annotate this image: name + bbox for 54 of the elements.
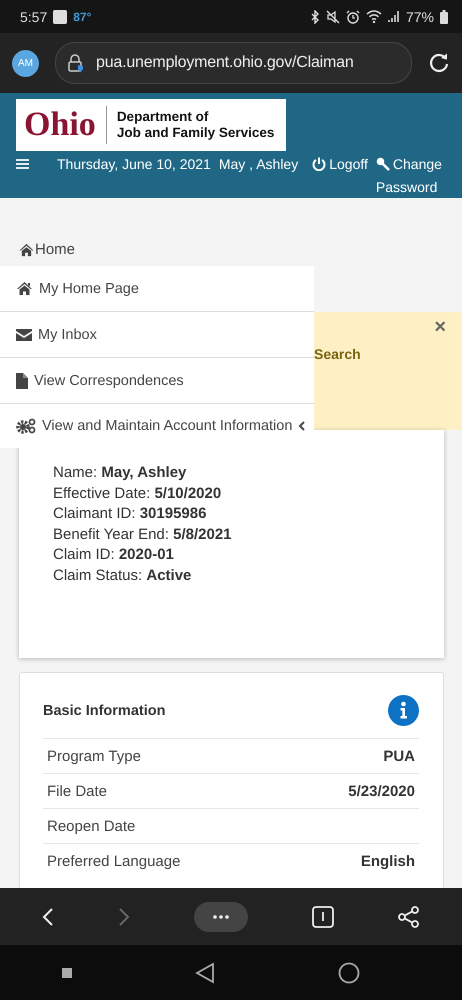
- reload-button[interactable]: [428, 52, 450, 74]
- logoff-link[interactable]: Logoff: [312, 156, 368, 172]
- current-date: Thursday, June 10, 2021: [57, 156, 211, 172]
- field-label: File Date: [47, 782, 108, 800]
- battery-icon: [440, 10, 448, 24]
- claim-detail: Claim Status: Active: [53, 566, 192, 584]
- menu-item[interactable]: My Inbox: [0, 312, 314, 358]
- user-name: May , Ashley: [218, 156, 298, 172]
- field-label: Program Type: [47, 748, 141, 764]
- claim-detail: Name: May, Ashley: [53, 464, 188, 481]
- menu-item[interactable]: My Home Page: [0, 266, 314, 312]
- card-title: Basic Information: [43, 702, 166, 718]
- document-icon: [16, 372, 28, 388]
- info-icon[interactable]: [388, 695, 419, 726]
- tabs-button[interactable]: [312, 906, 334, 928]
- home-icon: [18, 242, 35, 256]
- change-password-link[interactable]: Change Password: [376, 154, 442, 197]
- back-button[interactable]: [194, 962, 215, 984]
- more-button[interactable]: [194, 902, 248, 932]
- claim-detail: Benefit Year End: 5/8/2021: [53, 526, 232, 542]
- field-value: PUA: [383, 748, 415, 764]
- mute-icon: [326, 10, 340, 24]
- home-button[interactable]: [338, 962, 360, 984]
- envelope-icon: [16, 328, 32, 340]
- agency-logo[interactable]: Ohio Department of Job and Family Services: [16, 99, 286, 151]
- more-icon: [213, 914, 229, 918]
- home-breadcrumb[interactable]: Home: [18, 241, 76, 258]
- field-value: English: [360, 852, 415, 870]
- power-icon: [312, 157, 326, 171]
- battery-percent: 77%: [406, 8, 434, 24]
- bluetooth-icon: [310, 10, 320, 24]
- share-button[interactable]: [398, 906, 420, 928]
- notification-icon: [53, 10, 68, 24]
- menu-item[interactable]: View and Maintain Account Information: [0, 404, 314, 448]
- wifi-icon: [366, 10, 382, 23]
- temperature: 87°: [73, 10, 92, 24]
- menu-item[interactable]: View Correspondences: [0, 358, 314, 404]
- alert-text: Search: [314, 346, 361, 362]
- claim-detail: Effective Date: 5/10/2020: [53, 484, 222, 502]
- claim-detail: Claimant ID: 30195986: [53, 505, 208, 522]
- key-icon: [376, 157, 390, 171]
- recents-button[interactable]: [62, 968, 72, 978]
- lock-icon: [68, 53, 84, 73]
- field-label: Reopen Date: [47, 818, 136, 834]
- close-button[interactable]: ×: [434, 316, 446, 339]
- clock: 5:57: [20, 8, 48, 24]
- field-label: Preferred Language: [47, 852, 180, 870]
- gears-icon: [16, 418, 36, 434]
- field-value: 5/23/2020: [348, 782, 415, 800]
- claim-detail: Claim ID: 2020-01: [53, 546, 175, 563]
- home-icon: [16, 281, 33, 296]
- alarm-icon: [346, 10, 360, 24]
- signal-icon: [388, 10, 400, 23]
- address-bar[interactable]: pua.unemployment.ohio.gov/Claiman: [55, 42, 412, 84]
